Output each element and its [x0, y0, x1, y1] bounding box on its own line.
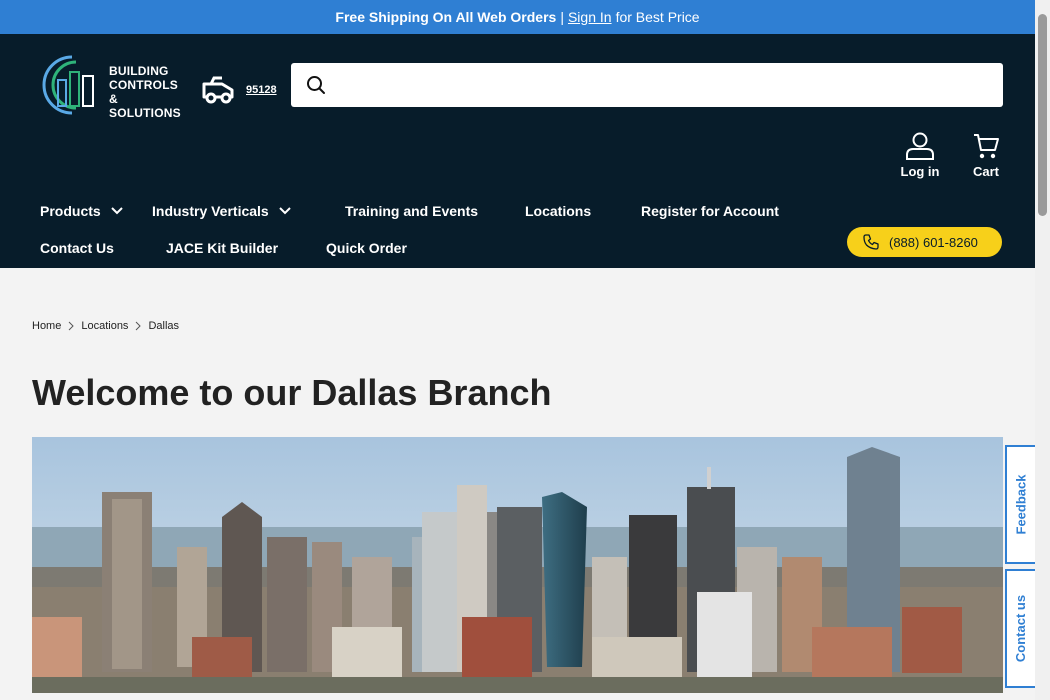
- nav-locations-label: Locations: [525, 203, 592, 219]
- promo-bar: Free Shipping On All Web Orders | Sign I…: [0, 0, 1035, 34]
- nav-jace-kit-builder-label: JACE Kit Builder: [166, 240, 279, 256]
- chevron-right-icon: [68, 321, 75, 331]
- feedback-tab[interactable]: Feedback: [1005, 445, 1035, 564]
- breadcrumb-current: Dallas: [148, 320, 180, 332]
- search-bar[interactable]: [291, 63, 1003, 107]
- delivery-location[interactable]: 95128: [202, 74, 284, 106]
- contact-us-tab-label: Contact us: [1013, 594, 1029, 663]
- breadcrumb-home[interactable]: Home: [32, 320, 61, 332]
- nav-training-events[interactable]: Training and Events: [345, 203, 478, 219]
- phone-icon: [863, 234, 879, 250]
- nav-industry-verticals-label: Industry Verticals: [152, 203, 269, 219]
- login-button[interactable]: Log in: [895, 132, 945, 179]
- nav-register[interactable]: Register for Account: [641, 203, 779, 219]
- breadcrumb: Home Locations Dallas: [32, 320, 179, 332]
- phone-number: (888) 601-8260: [889, 234, 978, 250]
- page-title: Welcome to our Dallas Branch: [32, 372, 552, 413]
- cart-label: Cart: [972, 164, 999, 179]
- chevron-right-icon: [136, 321, 142, 331]
- nav-contact-us-label: Contact Us: [40, 240, 114, 256]
- feedback-tab-label: Feedback: [1013, 474, 1029, 535]
- nav-contact-us[interactable]: Contact Us: [40, 240, 114, 256]
- nav-products[interactable]: Products: [40, 203, 123, 219]
- nav-register-label: Register for Account: [641, 203, 779, 219]
- login-label: Log in: [900, 164, 940, 179]
- logo-mark-icon: [42, 55, 94, 115]
- hero-image: [32, 437, 1003, 693]
- dallas-skyline-image: [32, 437, 1003, 693]
- logo-wordmark: BUILDING CONTROLS & SOLUTIONS: [109, 64, 185, 120]
- scrollbar-thumb[interactable]: [1038, 14, 1047, 216]
- delivery-truck-icon: [202, 76, 234, 104]
- promo-trailing-text: for Best Price: [615, 9, 700, 25]
- user-icon: [906, 132, 934, 160]
- chevron-down-icon: [110, 207, 123, 215]
- nav-quick-order[interactable]: Quick Order: [326, 240, 407, 256]
- cart-icon: [974, 134, 999, 159]
- nav-products-label: Products: [40, 203, 101, 219]
- page-scrollbar[interactable]: [1035, 0, 1050, 700]
- nav-jace-kit-builder[interactable]: JACE Kit Builder: [166, 240, 278, 256]
- breadcrumb-locations[interactable]: Locations: [81, 320, 128, 332]
- cart-button[interactable]: Cart: [961, 132, 1011, 179]
- promo-signin-link[interactable]: Sign In: [568, 9, 612, 25]
- nav-industry-verticals[interactable]: Industry Verticals: [152, 203, 291, 219]
- phone-button[interactable]: (888) 601-8260: [847, 227, 1002, 257]
- nav-locations[interactable]: Locations: [525, 203, 591, 219]
- nav-training-events-label: Training and Events: [345, 203, 479, 219]
- delivery-zip-link[interactable]: 95128: [246, 84, 277, 96]
- promo-separator: |: [560, 9, 564, 25]
- promo-free-shipping: Free Shipping On All Web Orders: [335, 9, 557, 25]
- search-input[interactable]: [336, 65, 1003, 105]
- chevron-down-icon: [279, 207, 291, 215]
- logo-line-2: CONTROLS: [109, 78, 178, 92]
- logo-line-1: BUILDING: [109, 64, 169, 78]
- search-icon[interactable]: [306, 75, 326, 95]
- contact-us-tab[interactable]: Contact us: [1005, 569, 1035, 688]
- nav-quick-order-label: Quick Order: [326, 240, 407, 256]
- logo-line-3: & SOLUTIONS: [109, 92, 181, 120]
- site-logo[interactable]: BUILDING CONTROLS & SOLUTIONS: [40, 54, 185, 120]
